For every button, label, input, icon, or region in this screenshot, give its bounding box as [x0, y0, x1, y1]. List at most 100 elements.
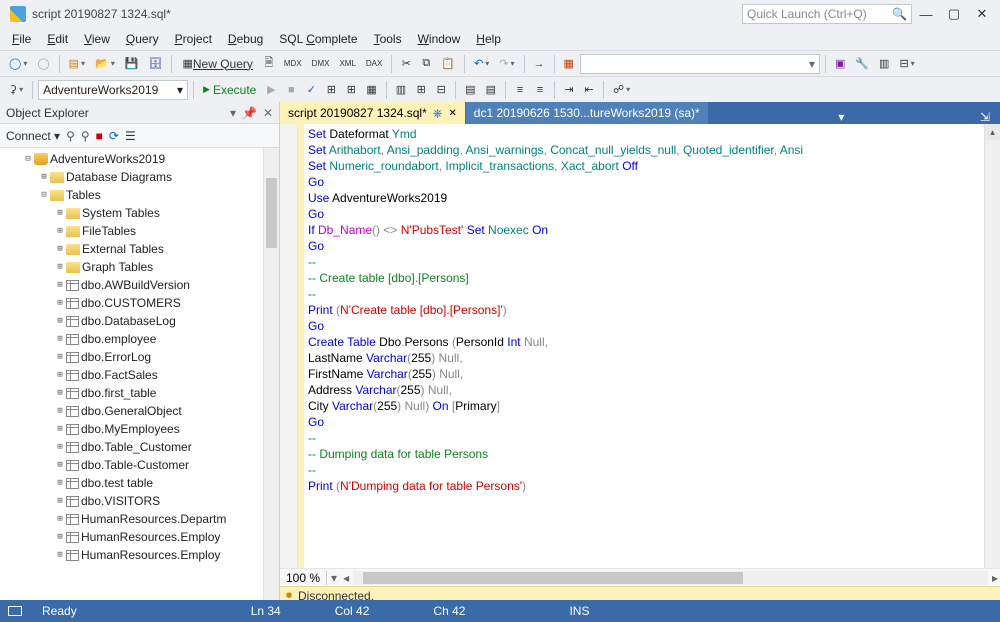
tree-node-database[interactable]: ⊟AdventureWorks2019 — [0, 150, 279, 168]
object-explorer-tree[interactable]: ⊟AdventureWorks2019⊞Database Diagrams⊟Ta… — [0, 148, 279, 604]
tab-close-icon[interactable]: ✕ — [448, 108, 456, 119]
quick-launch-input[interactable]: Quick Launch (Ctrl+Q) 🔍 — [742, 4, 912, 24]
expand-icon[interactable]: ⊞ — [54, 280, 66, 290]
forward-button[interactable]: ◯ — [33, 54, 53, 74]
include-plan-button[interactable]: ⊞ — [342, 80, 360, 100]
expand-icon[interactable]: ⊟ — [22, 154, 34, 164]
menu-sqlcomplete[interactable]: SQL Complete — [273, 30, 363, 48]
list-icon[interactable]: ☰ — [125, 129, 136, 143]
ext2-button[interactable]: 🔧 — [851, 54, 873, 74]
undo-button[interactable]: ↶ — [470, 54, 493, 74]
panel-close-icon[interactable]: ✕ — [263, 106, 273, 120]
editor-tab-0[interactable]: script 20190827 1324.sql*⎈✕ — [280, 102, 465, 124]
live-stats-button[interactable]: ▦ — [362, 80, 380, 100]
tabs-overflow-button[interactable]: ▾ — [832, 110, 850, 124]
expand-icon[interactable]: ⊞ — [54, 406, 66, 416]
tree-node-table-7[interactable]: ⊞dbo.GeneralObject — [0, 402, 279, 420]
tree-node-tables[interactable]: ⊟Tables — [0, 186, 279, 204]
minimize-button[interactable]: — — [912, 3, 940, 25]
tree-node-table-11[interactable]: ⊞dbo.test table — [0, 474, 279, 492]
execute-button[interactable]: Execute — [199, 80, 260, 100]
indent-in-button[interactable]: ⇥ — [560, 80, 578, 100]
expand-icon[interactable]: ⊞ — [54, 460, 66, 470]
menu-help[interactable]: Help — [470, 30, 507, 48]
expand-icon[interactable]: ⊞ — [54, 352, 66, 362]
find-button[interactable]: → — [530, 54, 549, 74]
redo-button[interactable]: ↷ — [495, 54, 518, 74]
tree-node-table-0[interactable]: ⊞dbo.AWBuildVersion — [0, 276, 279, 294]
menu-view[interactable]: View — [78, 30, 116, 48]
expand-icon[interactable]: ⊞ — [54, 226, 66, 236]
expand-icon[interactable]: ⊞ — [54, 244, 66, 254]
comment-button[interactable]: ▤ — [461, 80, 479, 100]
results-grid-button[interactable]: ⊞ — [412, 80, 430, 100]
menu-project[interactable]: Project — [169, 30, 218, 48]
expand-icon[interactable]: ⊞ — [54, 532, 66, 542]
zoom-level[interactable]: 100 % — [280, 571, 327, 585]
save-button[interactable]: 💾 — [121, 54, 143, 74]
menu-debug[interactable]: Debug — [222, 30, 269, 48]
connect-button[interactable]: ⚳ — [5, 80, 27, 100]
prop-button[interactable]: ▦ — [560, 54, 578, 74]
scroll-right-icon[interactable]: ▸ — [990, 571, 1000, 585]
connect-dropdown[interactable]: Connect ▾ — [6, 129, 60, 143]
tree-node-table-5[interactable]: ⊞dbo.FactSales — [0, 366, 279, 384]
editor-vertical-scrollbar[interactable]: ▴ — [984, 124, 1000, 568]
expand-icon[interactable]: ⊞ — [38, 172, 50, 182]
indent-out-button[interactable]: ⇤ — [580, 80, 598, 100]
expand-icon[interactable]: ⊞ — [54, 334, 66, 344]
parse-button[interactable]: ✓ — [302, 80, 320, 100]
back-button[interactable]: ◯ — [5, 54, 31, 74]
tabs-expand-button[interactable]: ⇲ — [974, 110, 1000, 124]
tree-node-subfolder-3[interactable]: ⊞Graph Tables — [0, 258, 279, 276]
expand-icon[interactable]: ⊞ — [54, 514, 66, 524]
expand-icon[interactable]: ⊞ — [54, 208, 66, 218]
tree-node-table-2[interactable]: ⊞dbo.DatabaseLog — [0, 312, 279, 330]
expand-icon[interactable]: ⊞ — [54, 262, 66, 272]
debug-button[interactable]: ▶ — [262, 80, 280, 100]
close-button[interactable]: ✕ — [968, 3, 996, 25]
outdent-button[interactable]: ≡ — [531, 80, 549, 100]
panel-dropdown-icon[interactable]: ▾ — [230, 106, 236, 120]
tree-node-table-9[interactable]: ⊞dbo.Table_Customer — [0, 438, 279, 456]
tree-node-table-12[interactable]: ⊞dbo.VISITORS — [0, 492, 279, 510]
ext3-button[interactable]: ▥ — [875, 54, 893, 74]
expand-icon[interactable]: ⊞ — [54, 550, 66, 560]
menu-file[interactable]: File — [6, 30, 37, 48]
dmx-button[interactable]: DMX — [308, 54, 334, 74]
copy-button[interactable]: ⧉ — [417, 54, 435, 74]
tree-node-table-6[interactable]: ⊞dbo.first_table — [0, 384, 279, 402]
expand-icon[interactable]: ⊞ — [54, 316, 66, 326]
expand-icon[interactable]: ⊞ — [54, 388, 66, 398]
editor-tab-1[interactable]: dc1 20190626 1530...tureWorks2019 (sa)* — [466, 102, 708, 124]
tree-node-table-1[interactable]: ⊞dbo.CUSTOMERS — [0, 294, 279, 312]
expand-icon[interactable]: ⊟ — [38, 190, 50, 200]
expand-icon[interactable]: ⊞ — [54, 496, 66, 506]
new-query-button[interactable]: ▦ New Query — [177, 54, 257, 74]
zoom-dropdown-icon[interactable]: ▾ — [327, 571, 341, 585]
editor-horizontal-scrollbar[interactable] — [353, 571, 988, 585]
dax-button[interactable]: DAX — [362, 54, 386, 74]
tree-node-table-8[interactable]: ⊞dbo.MyEmployees — [0, 420, 279, 438]
tree-scrollbar[interactable] — [263, 148, 279, 604]
tree-node-table-3[interactable]: ⊞dbo.employee — [0, 330, 279, 348]
save-all-button[interactable]: 🗄 — [144, 54, 166, 74]
filter-icon[interactable]: ⚲ — [66, 129, 75, 143]
tab-pin-icon[interactable]: ⎈ — [433, 106, 443, 121]
db-query-button[interactable]: 🗎 — [260, 54, 278, 74]
ext1-button[interactable]: ▣ — [831, 54, 849, 74]
tree-node-subfolder-1[interactable]: ⊞FileTables — [0, 222, 279, 240]
mdx-button[interactable]: MDX — [280, 54, 306, 74]
tree-node-table-15[interactable]: ⊞HumanResources.Employ — [0, 546, 279, 564]
sqlcmd-button[interactable]: ☍ — [609, 80, 634, 100]
tree-node-table-10[interactable]: ⊞dbo.Table-Customer — [0, 456, 279, 474]
tree-node-table-14[interactable]: ⊞HumanResources.Employ — [0, 528, 279, 546]
open-button[interactable]: 📂 — [91, 54, 119, 74]
tree-node-subfolder-2[interactable]: ⊞External Tables — [0, 240, 279, 258]
new-button[interactable]: ▤ — [65, 54, 89, 74]
maximize-button[interactable]: ▢ — [940, 3, 968, 25]
cut-button[interactable]: ✂ — [397, 54, 415, 74]
expand-icon[interactable]: ⊞ — [54, 442, 66, 452]
tree-node-subfolder-0[interactable]: ⊞System Tables — [0, 204, 279, 222]
menu-edit[interactable]: Edit — [41, 30, 74, 48]
